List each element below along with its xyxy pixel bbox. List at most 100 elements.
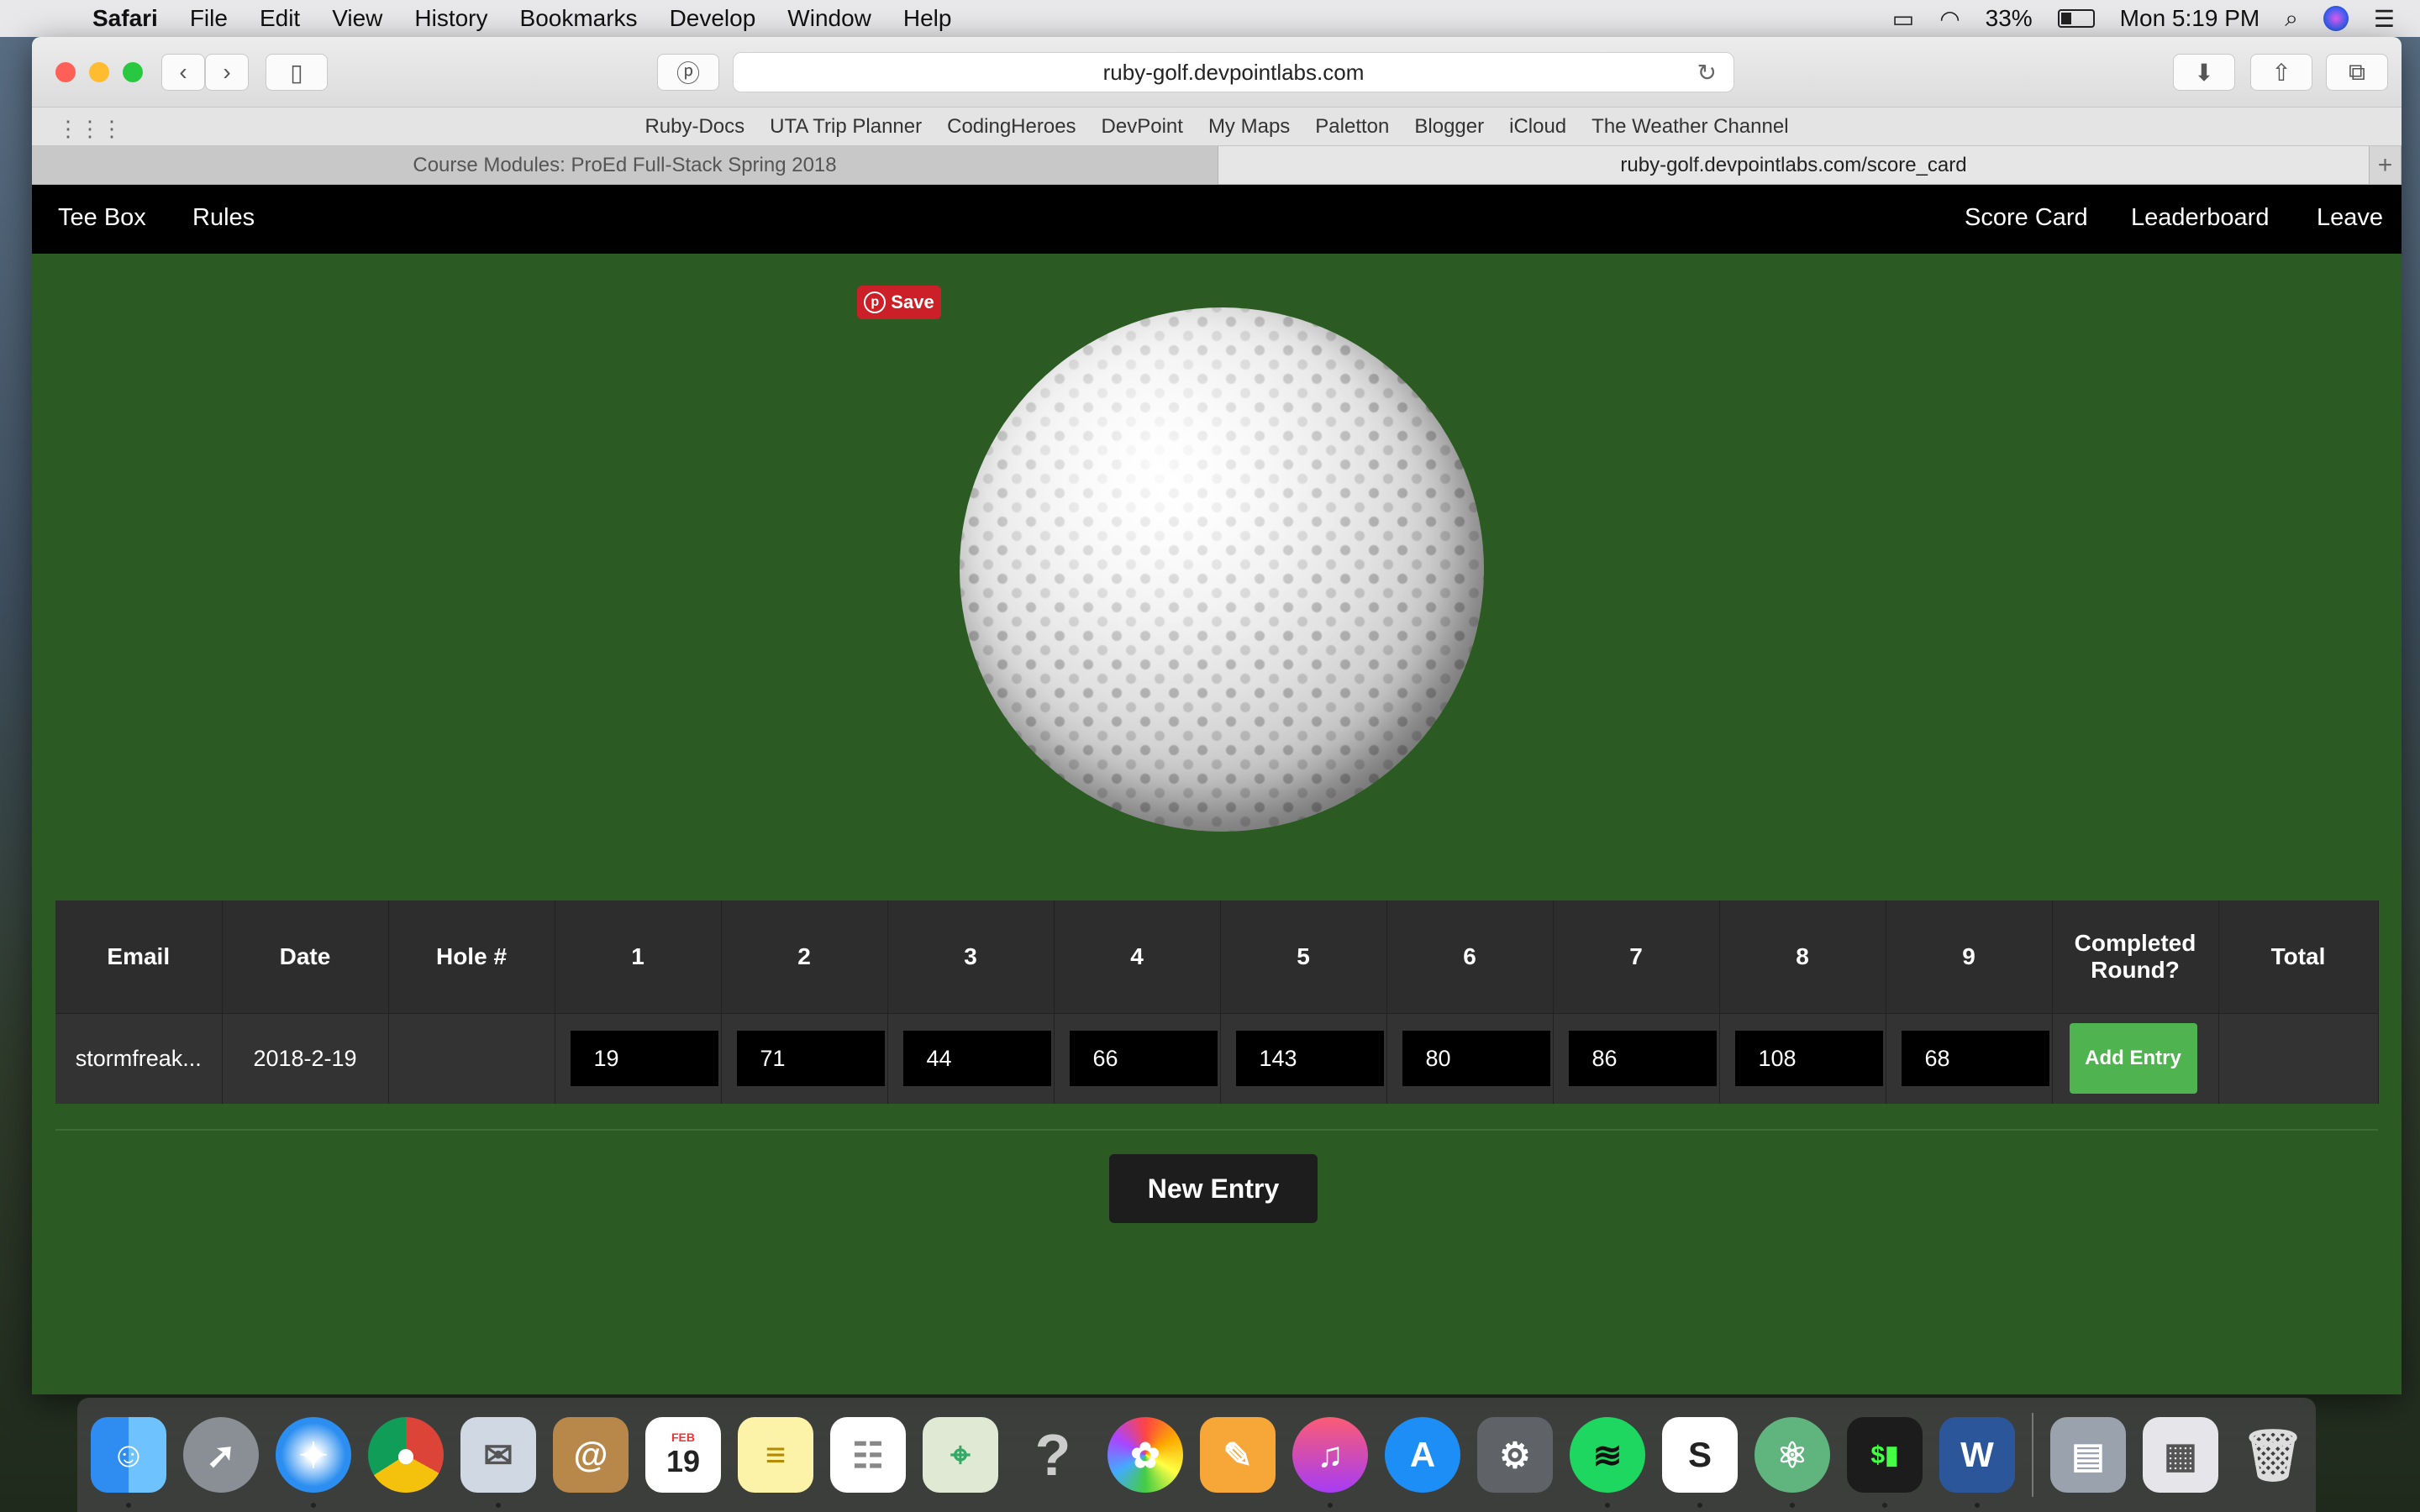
bookmark-uta-trip-planner[interactable]: UTA Trip Planner	[770, 115, 922, 139]
launchpad-icon[interactable]: ➚	[183, 1417, 259, 1493]
hole-3-score-input[interactable]	[902, 1031, 1051, 1087]
hole-9-score-input[interactable]	[1901, 1031, 2049, 1087]
hole-2-score-input[interactable]	[736, 1031, 885, 1087]
nav-tee-box[interactable]: Tee Box	[58, 204, 146, 232]
atom-icon[interactable]: ⚛	[1754, 1417, 1830, 1508]
bookmark-weather-channel[interactable]: The Weather Channel	[1591, 115, 1788, 139]
top-sites-grid-icon[interactable]: ⋮⋮⋮	[57, 116, 123, 142]
hole-8-score-input[interactable]	[1734, 1031, 1883, 1087]
itunes-icon[interactable]: ♫	[1292, 1417, 1368, 1508]
safari-icon[interactable]: ✧	[276, 1417, 351, 1508]
show-tabs-button[interactable]: ⧉	[2326, 54, 2388, 91]
chevron-left-icon: ‹	[179, 59, 187, 85]
contacts-icon[interactable]: @	[553, 1417, 629, 1493]
forward-button[interactable]: ›	[205, 54, 249, 91]
documents-stack-icon[interactable]: ▦	[2143, 1417, 2218, 1493]
word-icon[interactable]: W	[1939, 1417, 2015, 1508]
spotify-icon[interactable]: ≋	[1570, 1417, 1645, 1508]
tab-score-card[interactable]: ruby-golf.devpointlabs.com/score_card	[1218, 146, 2370, 184]
menu-app-name[interactable]: Safari	[92, 5, 158, 32]
menu-history[interactable]: History	[414, 5, 487, 32]
menu-help[interactable]: Help	[903, 5, 952, 32]
nav-leaderboard[interactable]: Leaderboard	[2131, 204, 2269, 232]
terminal-icon[interactable]: $▮	[1847, 1417, 1923, 1508]
battery-icon[interactable]	[2057, 9, 2095, 28]
header-email: Email	[55, 900, 223, 1014]
hole-5-score-input[interactable]	[1235, 1031, 1384, 1087]
battery-percent[interactable]: 33%	[1986, 5, 2033, 32]
bookmark-ruby-docs[interactable]: Ruby-Docs	[644, 115, 744, 139]
spotlight-icon[interactable]: ⌕	[2285, 5, 2298, 33]
wifi-icon[interactable]: ◠	[1939, 5, 1960, 33]
menu-edit[interactable]: Edit	[260, 5, 300, 32]
menu-develop[interactable]: Develop	[670, 5, 756, 32]
pinterest-save-label: Save	[891, 291, 934, 312]
cell-email: stormfreak...	[55, 1013, 223, 1104]
menu-bar: Safari File Edit View History Bookmarks …	[0, 0, 2420, 37]
header-hole-7: 7	[1553, 900, 1720, 1014]
notification-center-icon[interactable]: ☰	[2374, 5, 2395, 33]
photos-icon[interactable]: ✿	[1107, 1417, 1183, 1493]
add-entry-button[interactable]: Add Entry	[2069, 1023, 2197, 1095]
score-card-table: Email Date Hole # 1 2 3 4 5 6 7 8 9 Comp…	[55, 900, 2379, 1104]
slack-icon[interactable]: S	[1662, 1417, 1738, 1508]
hole-6-score-input[interactable]	[1402, 1031, 1550, 1087]
new-entry-button[interactable]: New Entry	[1109, 1154, 1318, 1223]
system-preferences-icon[interactable]: ⚙	[1477, 1417, 1553, 1493]
sidebar-icon: ▯	[290, 59, 303, 86]
bookmark-blogger[interactable]: Blogger	[1414, 115, 1484, 139]
pages-icon[interactable]: ✎	[1200, 1417, 1276, 1493]
bookmark-paletton[interactable]: Paletton	[1315, 115, 1389, 139]
tab-title: Course Modules: ProEd Full-Stack Spring …	[413, 153, 837, 176]
airplay-icon[interactable]: ▭	[1892, 5, 1914, 33]
new-tab-button[interactable]: +	[2370, 146, 2402, 184]
pinterest-extension-button[interactable]: ⓟ	[657, 54, 719, 91]
nav-rules[interactable]: Rules	[192, 204, 255, 232]
app-store-icon[interactable]: A	[1385, 1417, 1460, 1493]
address-bar[interactable]: ruby-golf.devpointlabs.com ↻	[733, 52, 1734, 92]
golf-ball-image	[960, 307, 1484, 832]
dock-separator	[2032, 1413, 2033, 1497]
chrome-icon[interactable]: ●	[368, 1417, 444, 1493]
notes-icon[interactable]: ≡	[738, 1417, 813, 1493]
bookmark-devpoint[interactable]: DevPoint	[1102, 115, 1183, 139]
maps-icon[interactable]: ⌖	[923, 1417, 998, 1493]
share-button[interactable]: ⇧	[2250, 54, 2312, 91]
pinterest-icon: ⓟ	[676, 60, 700, 87]
reload-icon[interactable]: ↻	[1697, 59, 1717, 87]
minimize-window-button[interactable]	[89, 62, 109, 82]
sidebar-toggle-button[interactable]: ▯	[266, 54, 328, 91]
downloads-stack-icon[interactable]: ▤	[2050, 1417, 2126, 1493]
reminders-icon[interactable]: ☷	[830, 1417, 906, 1493]
site-navbar: Tee Box Rules Score Card Leaderboard Lea…	[32, 185, 2402, 254]
close-window-button[interactable]	[55, 62, 76, 82]
tab-course-modules[interactable]: Course Modules: ProEd Full-Stack Spring …	[32, 146, 1218, 184]
nav-score-card[interactable]: Score Card	[1965, 204, 2088, 232]
dock: ☺ ➚ ✧ ● ✉ @ FEB 19 ≡ ☷ ⌖ ? ✿ ✎ ♫ A ⚙ ≋ S…	[77, 1398, 2316, 1512]
mail-icon[interactable]: ✉	[460, 1417, 536, 1508]
siri-icon[interactable]	[2323, 6, 2349, 31]
nav-leave[interactable]: Leave	[2317, 204, 2383, 232]
menu-file[interactable]: File	[190, 5, 228, 32]
share-icon: ⇧	[2271, 59, 2291, 86]
hole-7-score-input[interactable]	[1568, 1031, 1717, 1087]
finder-icon[interactable]: ☺	[91, 1417, 166, 1508]
url-text: ruby-golf.devpointlabs.com	[1102, 59, 1365, 85]
bookmark-icloud[interactable]: iCloud	[1509, 115, 1566, 139]
hole-4-score-input[interactable]	[1069, 1031, 1218, 1087]
trash-icon[interactable]: 🗑	[2235, 1417, 2311, 1493]
bookmark-codingheroes[interactable]: CodingHeroes	[947, 115, 1076, 139]
bookmark-my-maps[interactable]: My Maps	[1208, 115, 1290, 139]
downloads-button[interactable]: ⬇	[2173, 54, 2235, 91]
back-button[interactable]: ‹	[161, 54, 205, 91]
menu-bookmarks[interactable]: Bookmarks	[520, 5, 638, 32]
tab-title: ruby-golf.devpointlabs.com/score_card	[1620, 153, 1967, 176]
help-icon[interactable]: ?	[1015, 1417, 1091, 1493]
calendar-icon[interactable]: FEB 19	[645, 1417, 721, 1493]
menu-clock[interactable]: Mon 5:19 PM	[2120, 5, 2260, 32]
menu-window[interactable]: Window	[787, 5, 871, 32]
menu-view[interactable]: View	[332, 5, 382, 32]
pinterest-save-button[interactable]: p Save	[857, 286, 941, 319]
hole-1-score-input[interactable]	[570, 1031, 718, 1087]
maximize-window-button[interactable]	[123, 62, 143, 82]
